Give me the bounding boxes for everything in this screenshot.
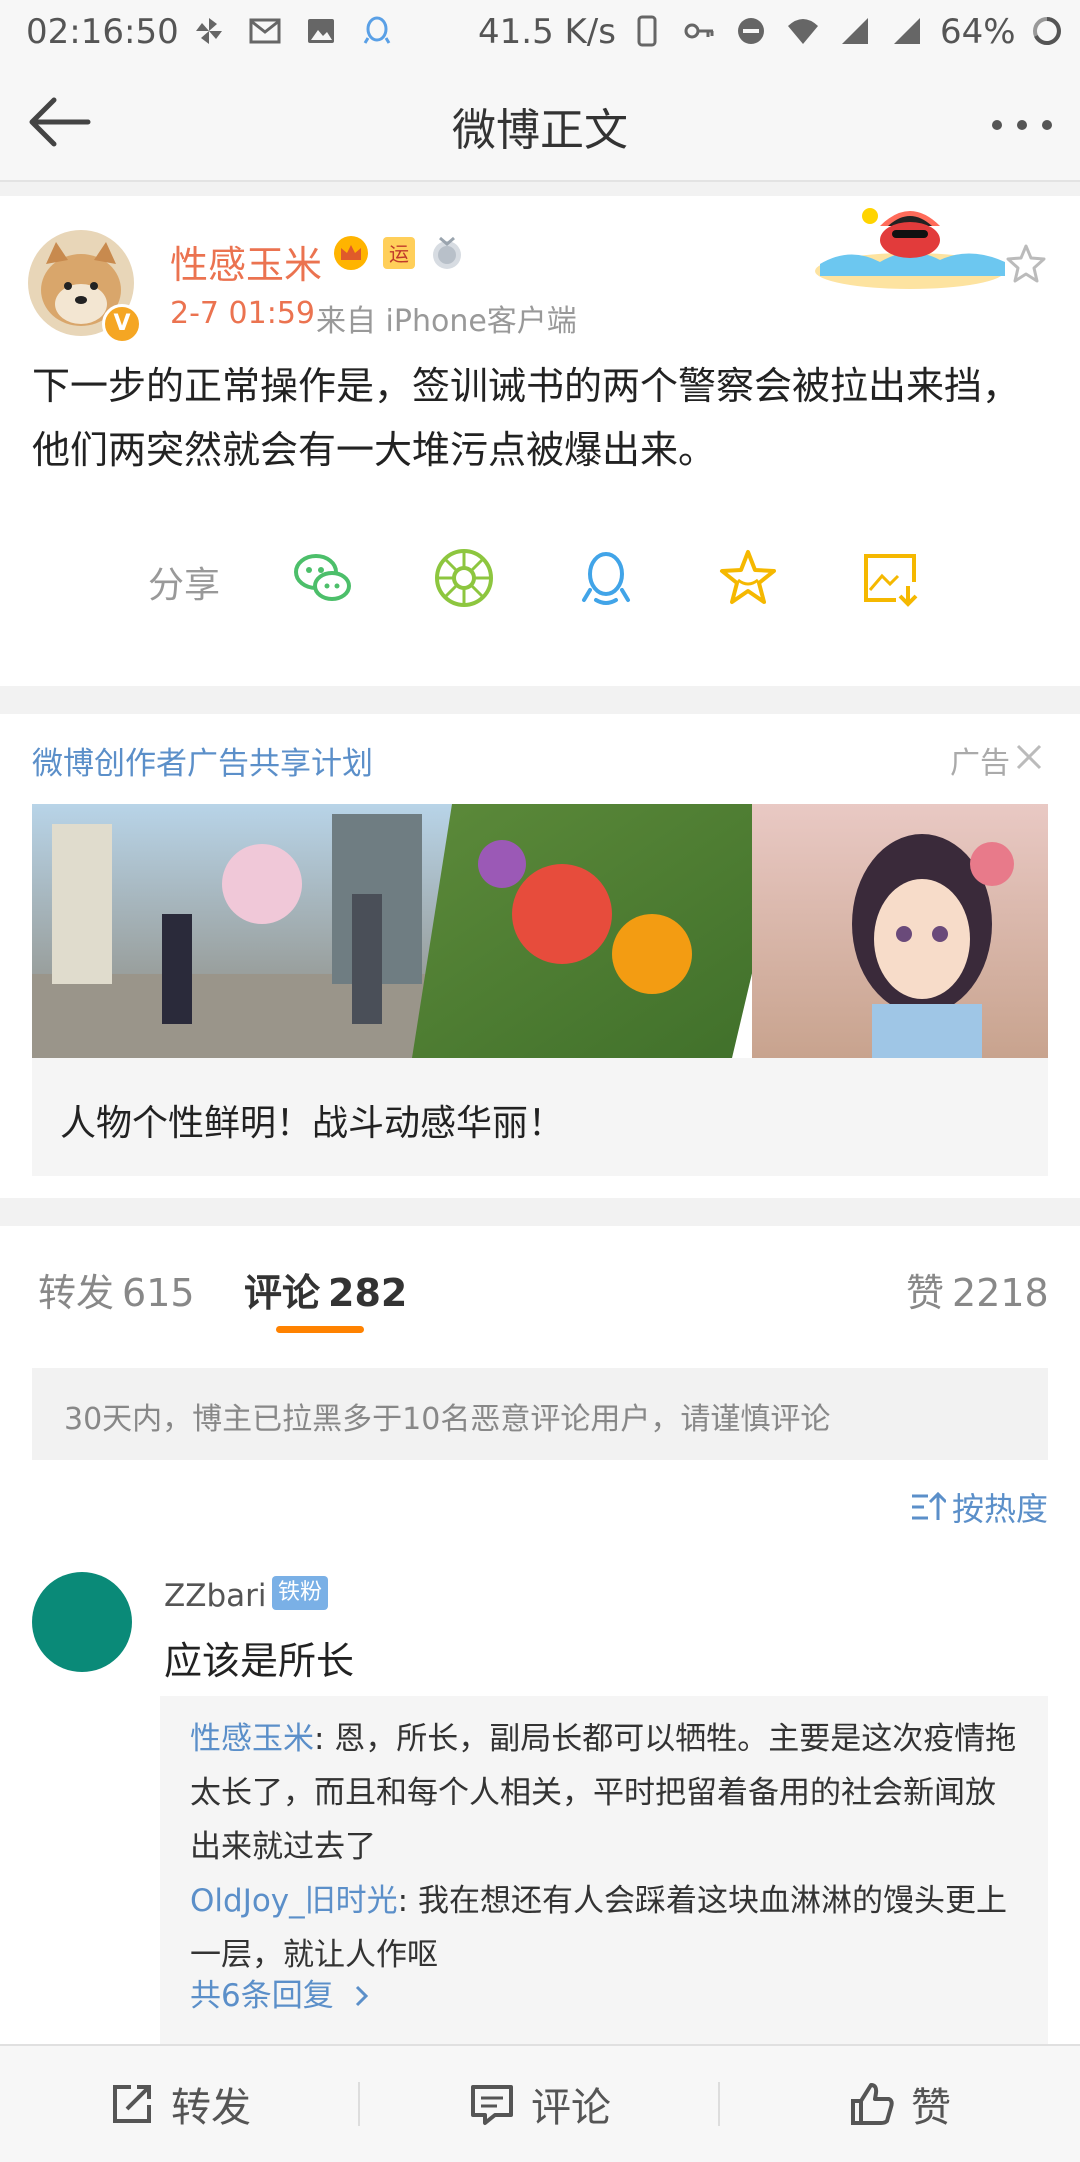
- tab-comment-label: 评论: [244, 1271, 321, 1315]
- luck-badge-icon: 运: [383, 237, 415, 269]
- pinwheel-icon: [196, 18, 222, 44]
- qq-icon: [363, 16, 391, 44]
- repost-button[interactable]: 转发: [0, 2046, 360, 2162]
- sort-icon: [912, 1491, 946, 1520]
- dnd-icon: [738, 18, 764, 44]
- reply-item[interactable]: OldJoy_旧时光: 我在想还有人会踩着这块血淋淋的馒头更上一层，就让人作呕: [190, 1874, 1020, 1982]
- repost-icon: [113, 2085, 151, 2123]
- tab-repost[interactable]: 转发 615: [38, 1262, 195, 1317]
- signal-icon: [894, 18, 920, 44]
- tab-comment[interactable]: 评论 282: [244, 1262, 407, 1317]
- battery-level: 64%: [940, 12, 1016, 52]
- like-button[interactable]: 赞: [720, 2046, 1080, 2162]
- ad-card[interactable]: 微博创作者广告共享计划 广告 人物个性鲜明！战斗动感华丽！: [0, 714, 1080, 1198]
- commenter-name[interactable]: ZZbari: [164, 1578, 267, 1614]
- page-title: 微博正文: [452, 105, 628, 156]
- author-name[interactable]: 性感玉米: [170, 234, 322, 289]
- tab-repost-label: 转发: [38, 1271, 115, 1315]
- comment-button[interactable]: 评论: [360, 2046, 720, 2162]
- fan-badge: 铁粉: [272, 1576, 329, 1610]
- signal-icon: [842, 18, 868, 44]
- reply-user[interactable]: OldJoy_旧时光: [190, 1883, 398, 1919]
- key-icon: [684, 23, 714, 39]
- sort-button[interactable]: 按热度: [910, 1484, 1048, 1530]
- more-replies-link[interactable]: 共6条回复: [190, 1970, 370, 2015]
- post-tabs: 转发 615 评论 282 赞 2218: [0, 1226, 1080, 1342]
- tab-comment-count: 282: [328, 1271, 408, 1315]
- wifi-icon: [788, 19, 818, 44]
- comments-section: 30天内，博主已拉黑多于10名恶意评论用户，请谨慎评论 按热度 ZZbari 铁…: [0, 1340, 1080, 2046]
- ad-caption: 人物个性鲜明！战斗动感华丽！: [60, 1103, 565, 1144]
- tab-like[interactable]: 赞 2218: [906, 1262, 1049, 1317]
- svg-text:运: 运: [389, 242, 409, 266]
- comment-text: 应该是所长: [164, 1639, 355, 1683]
- weibo-post: V 性感玉米 运 2-7 01:59 来自 iPhone客户端 下一步的正常操作…: [0, 196, 1080, 686]
- comment-notice-text: 30天内，博主已拉黑多于10名恶意评论用户，请谨慎评论: [64, 1402, 831, 1437]
- share-row: 分享: [0, 536, 1080, 626]
- reply-box[interactable]: 性感玉米: 恩，所长，副局长都可以牺牲。主要是这次疫情拖太长了，而且和每个人相关…: [160, 1696, 1048, 2046]
- repost-label: 转发: [171, 2085, 251, 2131]
- ad-banner-image[interactable]: [32, 804, 1048, 1058]
- post-source: 来自 iPhone客户端: [316, 304, 577, 339]
- image-icon: [308, 19, 334, 43]
- status-bar: 02:16:50 41.5 K/s 64%: [0, 0, 1080, 64]
- comment-icon: [471, 2085, 513, 2125]
- bottom-action-bar: 转发 评论 赞: [0, 2044, 1080, 2162]
- phone-icon: [637, 15, 657, 47]
- network-speed: 41.5 K/s: [478, 12, 616, 52]
- star-favorite-icon[interactable]: [716, 546, 780, 610]
- comment-notice: 30天内，博主已拉黑多于10名恶意评论用户，请谨慎评论: [32, 1368, 1048, 1460]
- crown-member-icon: [334, 236, 368, 270]
- favorite-star-icon[interactable]: [1004, 242, 1048, 286]
- reply-user[interactable]: 性感玉米: [190, 1721, 314, 1757]
- author-avatar[interactable]: V: [28, 230, 142, 344]
- save-image-icon[interactable]: [858, 546, 922, 610]
- more-options-icon[interactable]: [990, 118, 1054, 132]
- qq-share-icon[interactable]: [574, 546, 638, 610]
- tab-like-count: 2218: [952, 1271, 1049, 1315]
- reply-text: : 恩，所长，副局长都可以牺牲。主要是这次疫情拖太长了，而且和每个人相关，平时把…: [190, 1721, 1017, 1865]
- gmail-icon: [249, 18, 281, 44]
- battery-ring-icon: [1033, 17, 1061, 45]
- ad-program-title[interactable]: 微博创作者广告共享计划: [32, 738, 373, 783]
- beach-card-decoration-icon: [815, 208, 1005, 289]
- verified-badge-icon: V: [102, 304, 142, 344]
- active-tab-indicator: [276, 1326, 364, 1333]
- moments-icon[interactable]: [432, 546, 496, 610]
- commenter-avatar[interactable]: [32, 1572, 132, 1672]
- comment-label: 评论: [531, 2085, 611, 2131]
- post-content: 下一步的正常操作是，签训诫书的两个警察会被拉出来挡，他们两突然就会有一大堆污点被…: [32, 364, 1021, 472]
- more-replies-label: 共6条回复: [190, 1978, 334, 2014]
- sort-label: 按热度: [952, 1490, 1049, 1528]
- tab-repost-count: 615: [122, 1271, 195, 1315]
- thumbs-up-icon: [851, 2083, 894, 2125]
- tab-like-label: 赞: [906, 1271, 945, 1315]
- ad-tag: 广告: [950, 746, 1010, 781]
- nav-bar: 微博正文: [0, 64, 1080, 182]
- medal-icon: [433, 236, 461, 269]
- wechat-icon[interactable]: [290, 546, 354, 610]
- post-time: 2-7 01:59: [170, 296, 315, 331]
- share-label: 分享: [148, 565, 221, 606]
- reply-item[interactable]: 性感玉米: 恩，所长，副局长都可以牺牲。主要是这次疫情拖太长了，而且和每个人相关…: [190, 1712, 1020, 1874]
- like-label: 赞: [911, 2085, 951, 2131]
- chevron-right-icon: [355, 1985, 368, 2007]
- status-time: 02:16:50: [26, 12, 179, 52]
- ad-caption-box[interactable]: 人物个性鲜明！战斗动感华丽！: [32, 1058, 1048, 1176]
- ad-close-icon[interactable]: [1014, 742, 1044, 772]
